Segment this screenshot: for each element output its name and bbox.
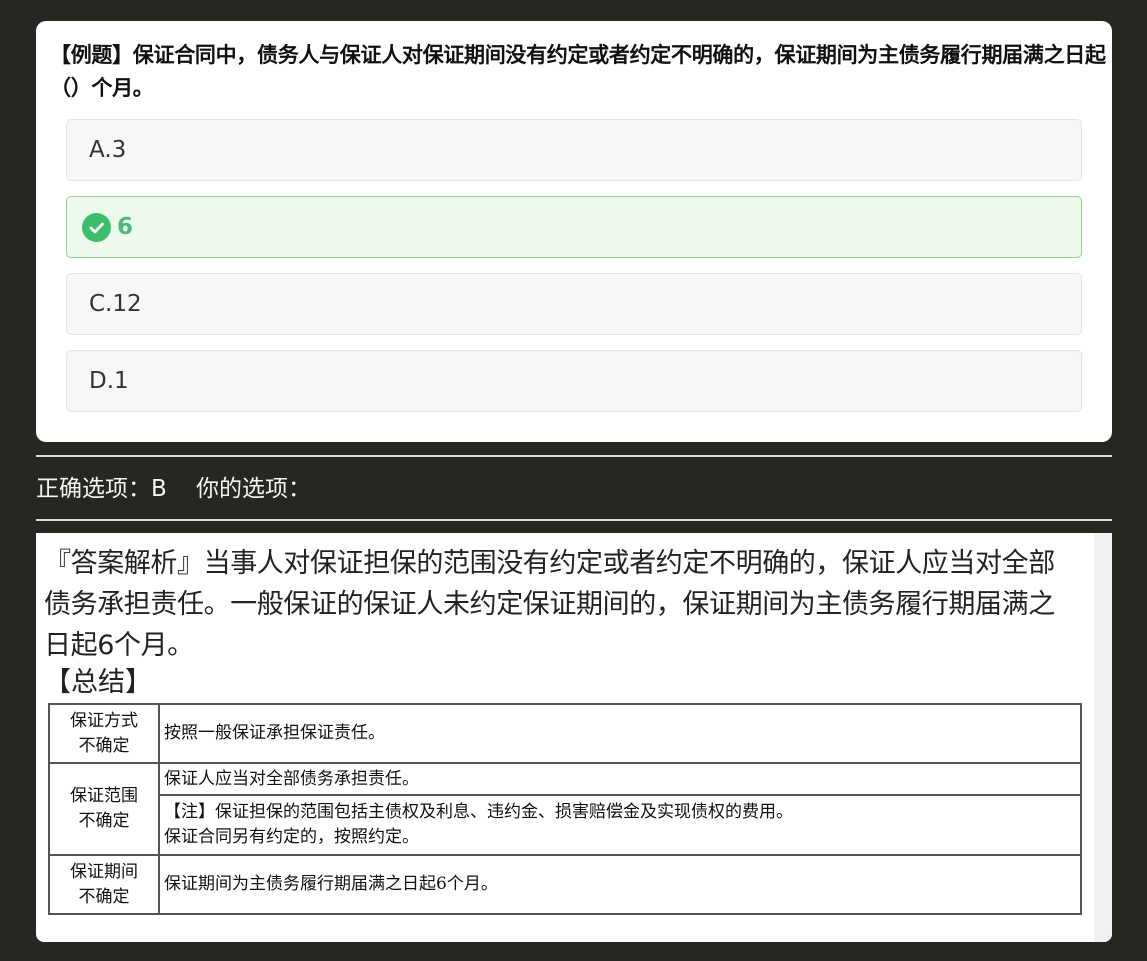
table-content-cell: 保证期间为主债务履行期届满之日起6个月。 — [158, 854, 1082, 915]
analysis-panel: 『答案解析』当事人对保证担保的范围没有约定或者约定不明确的，保证人应当对全部债务… — [36, 533, 1112, 942]
table-row: 保证方式 不确定 按照一般保证承担保证责任。 — [48, 703, 1082, 764]
table-content-line: 保证人应当对全部债务承担责任。 — [164, 768, 419, 789]
option-d-label: D.1 — [89, 368, 129, 394]
table-content-cell: 保证人应当对全部债务承担责任。 — [158, 762, 1082, 796]
table-row: 保证范围 不确定 保证人应当对全部债务承担责任。 — [48, 762, 1082, 856]
question-card: 【例题】保证合同中，债务人与保证人对保证期间没有约定或者约定不明确的，保证期间为… — [36, 21, 1112, 442]
your-answer-label: 你的选项： — [196, 476, 312, 502]
table-row: 【注】保证担保的范围包括主债权及利息、违约金、损害赔偿金及实现债权的费用。 保证… — [49, 794, 1082, 856]
table-content-line: 保证期间为主债务履行期届满之日起6个月。 — [164, 874, 498, 894]
option-c-label: C.12 — [89, 291, 142, 317]
table-head-line: 不确定 — [78, 886, 130, 907]
check-circle-icon — [82, 213, 111, 242]
table-head-cell: 保证方式 不确定 — [48, 703, 160, 764]
option-c[interactable]: C.12 — [66, 273, 1082, 335]
table-content-cell: 【注】保证担保的范围包括主债权及利息、违约金、损害赔偿金及实现债权的费用。 保证… — [158, 794, 1082, 856]
correct-answer-label: 正确选项：B — [36, 476, 167, 502]
divider-bottom — [36, 519, 1112, 521]
table-content-cell: 按照一般保证承担保证责任。 — [158, 703, 1082, 764]
table-row: 保证期间 不确定 保证期间为主债务履行期届满之日起6个月。 — [48, 854, 1082, 915]
answer-line: 正确选项：B 你的选项： — [36, 473, 311, 505]
table-content-line: 【注】保证担保的范围包括主债权及利息、违约金、损害赔偿金及实现债权的费用。 — [164, 802, 793, 822]
table-content-line: 按照一般保证承担保证责任。 — [164, 723, 385, 743]
divider-top — [36, 455, 1112, 457]
option-b-label: 6 — [117, 214, 134, 240]
table-head-cell: 保证范围 不确定 — [48, 762, 160, 856]
option-d[interactable]: D.1 — [66, 350, 1082, 412]
table-head-line: 保证方式 — [70, 710, 138, 731]
table-content-line: 保证合同另有约定的，按照约定。 — [164, 827, 419, 847]
table-head-line: 保证范围 — [70, 786, 138, 806]
scrollbar[interactable] — [1094, 533, 1112, 942]
analysis-text: 『答案解析』当事人对保证担保的范围没有约定或者约定不明确的，保证人应当对全部债务… — [44, 548, 1055, 661]
table-head-line: 不确定 — [78, 735, 130, 756]
table-head-cell: 保证期间 不确定 — [48, 854, 160, 915]
summary-heading: 【总结】 — [44, 667, 152, 698]
summary-table: 保证方式 不确定 按照一般保证承担保证责任。 保证范围 不确定 保证人应当对全部… — [48, 703, 1082, 915]
table-head-line: 保证期间 — [70, 861, 138, 882]
option-a-label: A.3 — [89, 137, 127, 163]
question-text: 【例题】保证合同中，债务人与保证人对保证期间没有约定或者约定不明确的，保证期间为… — [50, 43, 1106, 100]
option-a[interactable]: A.3 — [66, 119, 1082, 181]
option-b-correct[interactable]: 6 — [66, 196, 1082, 258]
table-head-line: 不确定 — [78, 811, 130, 831]
